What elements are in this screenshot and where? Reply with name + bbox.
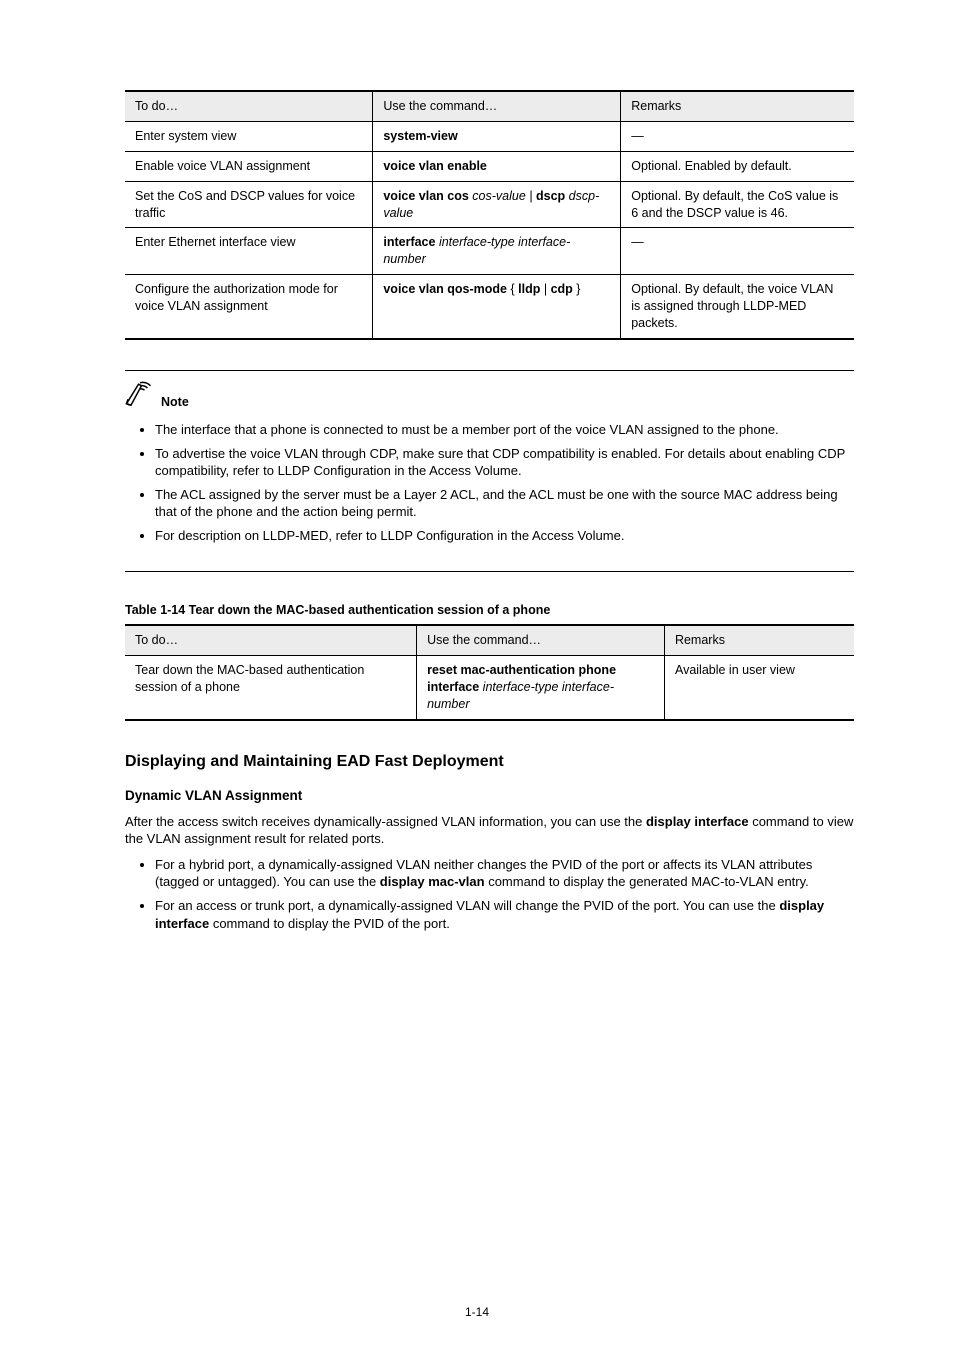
note-item: To advertise the voice VLAN through CDP,…: [155, 445, 854, 480]
note-heading: Note: [125, 381, 854, 412]
cell-todo: Enable voice VLAN assignment: [125, 151, 373, 181]
table-row: Set the CoS and DSCP values for voice tr…: [125, 181, 854, 228]
cell-todo: Tear down the MAC-based authentication s…: [125, 656, 417, 720]
note-icon: [125, 381, 155, 412]
col-head-remarks: Remarks: [664, 625, 854, 655]
table-row: Enter Ethernet interface view interface …: [125, 228, 854, 275]
section-heading: Displaying and Maintaining EAD Fast Depl…: [125, 751, 854, 773]
note-box: Note The interface that a phone is conne…: [125, 370, 854, 572]
table-row: Enter system view system-view —: [125, 121, 854, 151]
cell-cmd: voice vlan enable: [373, 151, 621, 181]
cell-remarks: —: [621, 228, 854, 275]
table-header-row: To do… Use the command… Remarks: [125, 625, 854, 655]
col-head-todo: To do…: [125, 91, 373, 121]
cmd-text: voice vlan enable: [383, 159, 487, 173]
note-label: Note: [161, 394, 189, 411]
note-item: For description on LLDP-MED, refer to LL…: [155, 527, 854, 545]
cell-cmd: voice vlan cos cos-value | dscp dscp-val…: [373, 181, 621, 228]
cell-todo: Set the CoS and DSCP values for voice tr…: [125, 181, 373, 228]
table-row: Enable voice VLAN assignment voice vlan …: [125, 151, 854, 181]
col-head-remarks: Remarks: [621, 91, 854, 121]
body-paragraph: After the access switch receives dynamic…: [125, 813, 854, 848]
cell-todo: Configure the authorization mode for voi…: [125, 275, 373, 339]
cell-remarks: Optional. By default, the CoS value is 6…: [621, 181, 854, 228]
cmd-text: system-view: [383, 129, 457, 143]
page-number: 1-14: [0, 1304, 954, 1320]
cell-cmd: reset mac-authentication phone interface…: [417, 656, 665, 720]
cell-remarks: Optional. Enabled by default.: [621, 151, 854, 181]
table-row: Configure the authorization mode for voi…: [125, 275, 854, 339]
note-list: The interface that a phone is connected …: [125, 421, 854, 544]
inline-cmd: display mac-vlan: [380, 874, 485, 889]
cmd-text: voice vlan cos: [383, 189, 468, 203]
note-item: The interface that a phone is connected …: [155, 421, 854, 439]
cell-cmd: interface interface-type interface-numbe…: [373, 228, 621, 275]
list-item: For a hybrid port, a dynamically-assigne…: [155, 856, 854, 891]
col-head-command: Use the command…: [417, 625, 665, 655]
cell-cmd: system-view: [373, 121, 621, 151]
cell-todo: Enter Ethernet interface view: [125, 228, 373, 275]
list-item: For an access or trunk port, a dynamical…: [155, 897, 854, 932]
subsection-heading: Dynamic VLAN Assignment: [125, 787, 854, 805]
cell-todo: Enter system view: [125, 121, 373, 151]
cell-remarks: Available in user view: [664, 656, 854, 720]
cell-cmd: voice vlan qos-mode { lldp | cdp }: [373, 275, 621, 339]
note-item: The ACL assigned by the server must be a…: [155, 486, 854, 521]
cmd-text: voice vlan qos-mode: [383, 282, 507, 296]
cmd-text: interface: [383, 235, 435, 249]
inline-cmd: display interface: [646, 814, 749, 829]
assignment-list: For a hybrid port, a dynamically-assigne…: [125, 856, 854, 932]
table-row: Tear down the MAC-based authentication s…: [125, 656, 854, 720]
config-voice-vlan-table: To do… Use the command… Remarks Enter sy…: [125, 90, 854, 340]
table-header-row: To do… Use the command… Remarks: [125, 91, 854, 121]
page: To do… Use the command… Remarks Enter sy…: [0, 0, 954, 1350]
col-head-todo: To do…: [125, 625, 417, 655]
reset-mac-auth-table: To do… Use the command… Remarks Tear dow…: [125, 624, 854, 721]
cell-remarks: —: [621, 121, 854, 151]
table-caption: Table 1-14 Tear down the MAC-based authe…: [125, 602, 854, 619]
col-head-command: Use the command…: [373, 91, 621, 121]
cell-remarks: Optional. By default, the voice VLAN is …: [621, 275, 854, 339]
